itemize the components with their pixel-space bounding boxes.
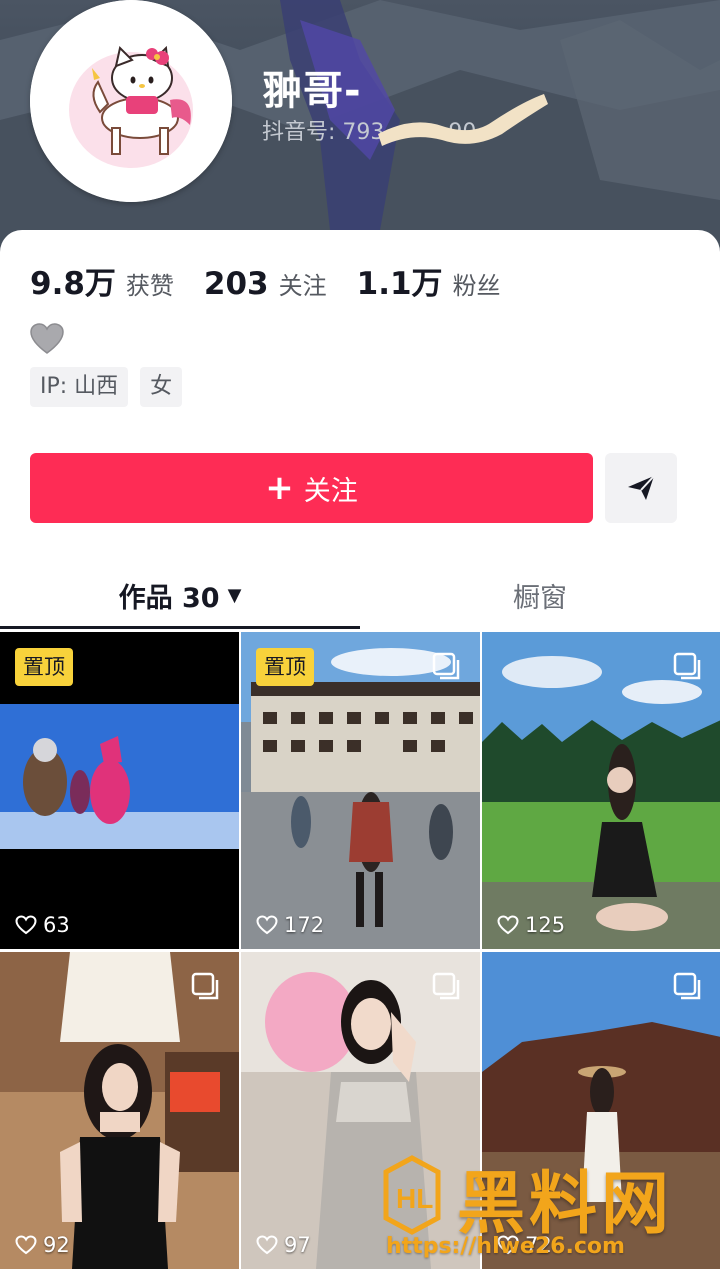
follow-button-label: 关注 [303, 475, 358, 507]
like-count: 63 [15, 913, 70, 937]
post-thumbnail[interactable]: 置顶 63 [0, 632, 239, 949]
stat-followers[interactable]: 1.1万 粉丝 [357, 258, 501, 303]
stat-likes-value: 9.8万 [30, 266, 116, 302]
stat-likes[interactable]: 9.8万 获赞 [30, 258, 174, 303]
stat-followers-label: 粉丝 [452, 272, 501, 300]
hello-kitty-avatar-image [30, 0, 232, 202]
heart-outline-icon [15, 1235, 37, 1255]
profile-card: 9.8万 获赞 203 关注 1.1万 粉丝 IP: 山西 女 + 关注 作品 … [0, 230, 720, 630]
like-count: 172 [256, 913, 324, 937]
like-count-value: 92 [43, 1233, 70, 1257]
plus-icon: + [265, 468, 294, 508]
like-count-value: 125 [525, 913, 566, 937]
post-thumbnail[interactable]: 92 [0, 952, 239, 1269]
like-count: 97 [256, 1233, 311, 1257]
multi-image-icon [432, 972, 460, 1000]
grey-heart-icon [30, 323, 64, 354]
like-count: 92 [15, 1233, 70, 1257]
like-count-value: 63 [43, 913, 70, 937]
stat-likes-label: 获赞 [125, 272, 174, 300]
active-tab-indicator [0, 626, 360, 629]
heart-outline-icon [256, 1235, 278, 1255]
stat-following-label: 关注 [278, 272, 327, 300]
heart-outline-icon [497, 915, 519, 935]
tag-gender: 女 [140, 367, 183, 407]
caret-down-icon: ▼ [227, 584, 242, 606]
follow-button[interactable]: + 关注 [30, 453, 593, 523]
stat-followers-value: 1.1万 [356, 266, 443, 302]
tab-showcase[interactable]: 橱窗 [360, 560, 720, 630]
profile-tags: IP: 山西 女 [30, 367, 194, 407]
id-redaction-scribble [378, 94, 548, 146]
svg-text:HL: HL [396, 1183, 433, 1214]
douyin-id-text: 抖音号: 793 [262, 120, 385, 145]
heart-outline-icon [256, 915, 278, 935]
avatar[interactable] [30, 0, 232, 202]
like-count: 125 [497, 913, 565, 937]
post-thumbnail[interactable]: 125 [482, 632, 720, 949]
profile-stats: 9.8万 获赞 203 关注 1.1万 粉丝 [30, 258, 531, 303]
like-count-value: 172 [284, 913, 325, 937]
like-count-value: 97 [284, 1233, 311, 1257]
stat-following-value: 203 [203, 266, 269, 302]
watermark-brand: 黑料网 [457, 1165, 674, 1244]
tab-showcase-label: 橱窗 [513, 582, 567, 614]
tab-works[interactable]: 作品 30 ▼ [0, 560, 360, 630]
multi-image-icon [673, 972, 701, 1000]
tag-ip-location: IP: 山西 [30, 367, 129, 407]
tab-works-label: 作品 30 [118, 582, 220, 614]
watermark-url: https://hlwe26.com [386, 1234, 625, 1259]
share-button[interactable] [605, 453, 677, 523]
multi-image-icon [432, 652, 460, 680]
heart-outline-icon [15, 915, 37, 935]
profile-nickname: 翀哥- [262, 68, 362, 114]
multi-image-icon [673, 652, 701, 680]
content-tabs: 作品 30 ▼ 橱窗 [0, 560, 720, 630]
paper-plane-icon [628, 475, 655, 500]
multi-image-icon [191, 972, 219, 1000]
pinned-badge: 置顶 [15, 648, 73, 686]
stat-following[interactable]: 203 关注 [204, 266, 327, 302]
pinned-badge: 置顶 [256, 648, 314, 686]
post-thumbnail[interactable]: 置顶 172 [241, 632, 480, 949]
